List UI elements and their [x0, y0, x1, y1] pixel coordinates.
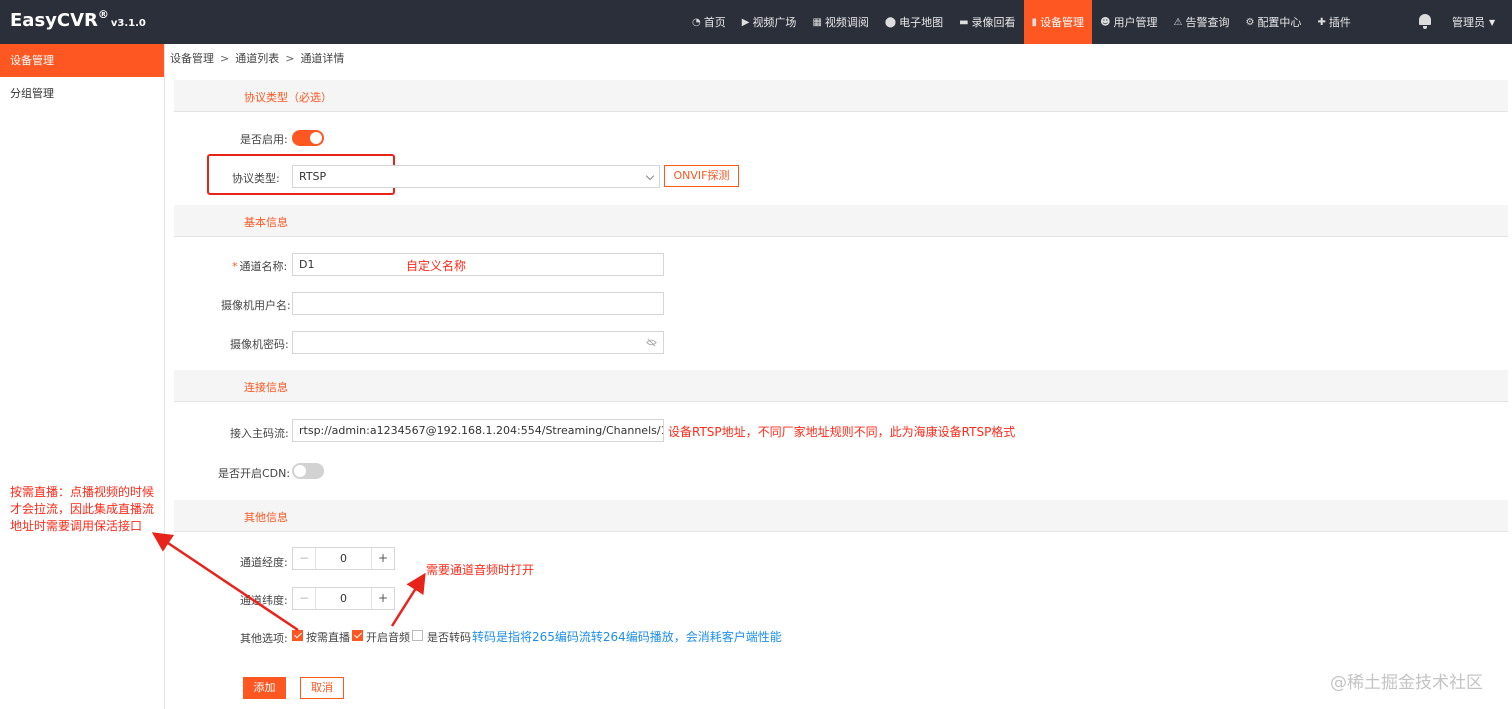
arrow-to-audio-note	[390, 572, 426, 627]
annotation-arrows	[151, 532, 426, 632]
arrow-to-on-demand-note	[151, 532, 299, 632]
watermark: @稀土掘金技术社区	[1330, 673, 1483, 693]
